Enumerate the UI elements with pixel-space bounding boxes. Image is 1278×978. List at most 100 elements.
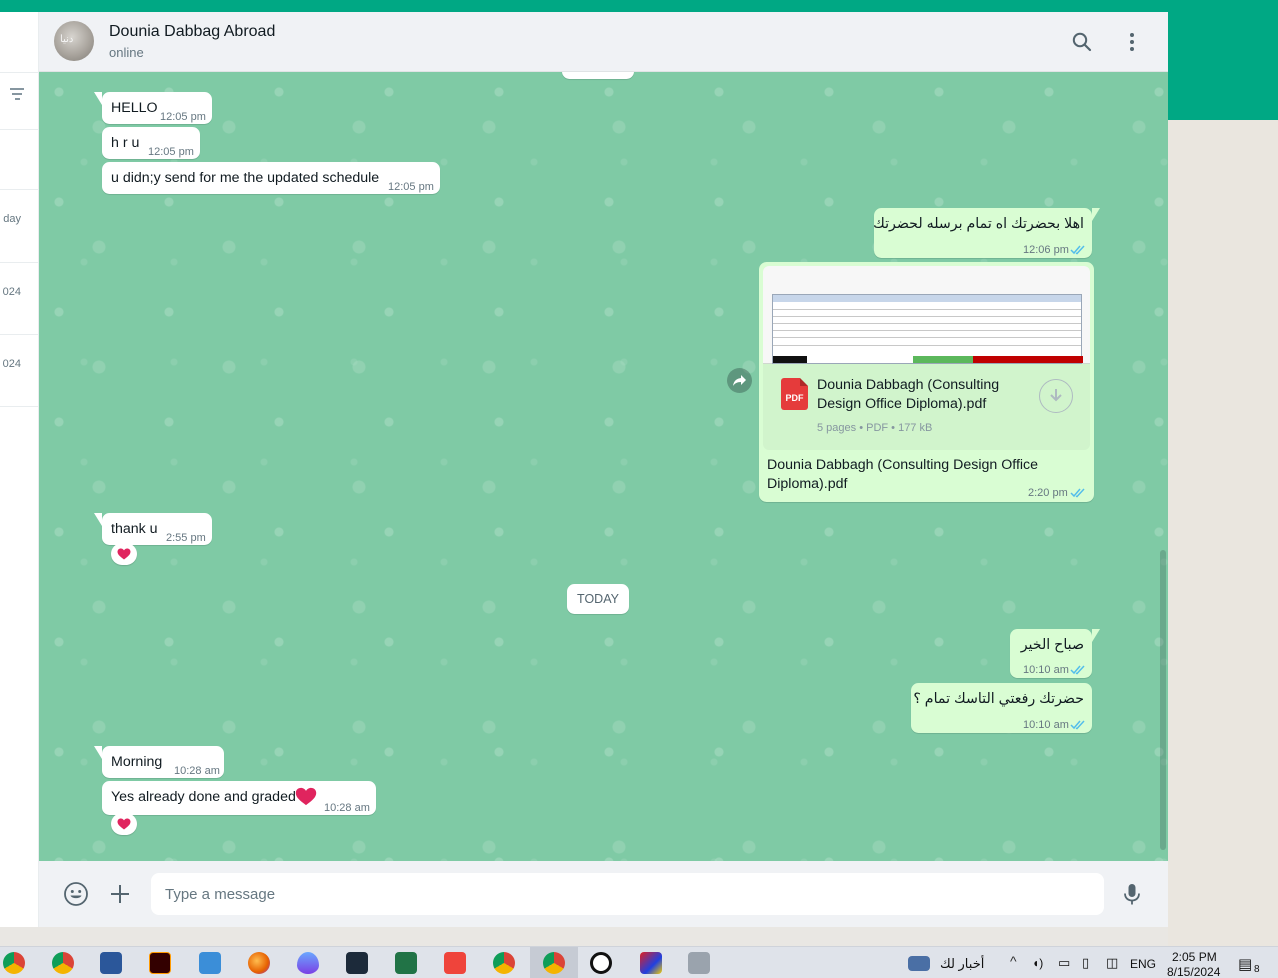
message-input[interactable] <box>151 873 1104 915</box>
message-text: صباح الخير <box>1020 637 1084 653</box>
message-text: Morning <box>111 754 163 770</box>
chrome-app-icon[interactable] <box>543 952 565 974</box>
avatar[interactable]: دنيا <box>54 21 94 61</box>
clock-time[interactable]: 2:05 PM <box>1172 950 1217 964</box>
download-icon[interactable] <box>1039 379 1073 413</box>
message-list[interactable]: HELLO 12:05 pm h r u 12:05 pm u didn;y s… <box>39 72 1168 861</box>
anydesk-app-icon[interactable] <box>444 952 466 974</box>
message-time: 10:28 am <box>174 765 220 777</box>
chrome-app-icon[interactable] <box>3 952 25 974</box>
chat-list-row[interactable]: 024 <box>0 263 38 335</box>
window-top-strip <box>0 0 1278 12</box>
message-time: 12:06 pm <box>1023 244 1069 256</box>
attach-plus-icon[interactable] <box>107 881 133 907</box>
notification-count: 8 <box>1254 964 1260 975</box>
emoji-icon[interactable] <box>63 881 89 907</box>
message-time: 10:28 am <box>324 802 370 814</box>
document-preview-line <box>773 323 1081 324</box>
message-text: u didn;y send for me the updated schedul… <box>111 170 380 186</box>
scanner-app-icon[interactable] <box>688 952 710 974</box>
message-bubble-incoming[interactable]: u didn;y send for me the updated schedul… <box>102 162 440 194</box>
language-indicator[interactable]: ENG <box>1130 957 1156 971</box>
document-preview-cell <box>913 356 973 363</box>
firefox-app-icon[interactable] <box>248 952 270 974</box>
message-time: 12:05 pm <box>388 181 434 193</box>
microphone-icon[interactable] <box>1119 881 1145 907</box>
teamviewer-app-icon[interactable] <box>590 952 612 974</box>
security-icon[interactable]: ◫ <box>1106 955 1118 971</box>
message-time: 2:20 pm <box>1028 487 1068 499</box>
message-bubble-incoming[interactable]: thank u 2:55 pm <box>94 513 212 545</box>
document-preview-line <box>773 316 1081 317</box>
message-time: 12:05 pm <box>148 146 194 158</box>
message-text: thank u <box>111 521 158 537</box>
chrome-app-icon[interactable] <box>493 952 515 974</box>
news-widget-label[interactable]: أخبار لك <box>940 956 984 972</box>
battery-icon[interactable]: ▭ <box>1058 955 1070 971</box>
message-text: اهلا بحضرتك اه تمام برسله لحضرتك <box>873 216 1084 232</box>
notifications-icon[interactable]: ▤ <box>1238 955 1252 973</box>
drop-app-icon[interactable] <box>297 952 319 974</box>
pdf-icon-label: PDF <box>785 393 804 403</box>
chat-list-row[interactable] <box>0 72 38 130</box>
forward-icon[interactable] <box>727 368 752 393</box>
volume-icon[interactable]: ◖) <box>1032 956 1043 970</box>
document-message-bubble[interactable]: PDF Dounia Dabbagh (Consulting Design Of… <box>759 262 1094 502</box>
double-check-icon <box>1070 662 1086 675</box>
network-icon[interactable]: ▯ <box>1082 955 1089 971</box>
conversation-header[interactable]: دنيا Dounia Dabbag Abroad online <box>39 12 1168 72</box>
message-reaction[interactable] <box>111 813 137 835</box>
paint-app-icon[interactable] <box>199 952 221 974</box>
message-bubble-outgoing[interactable]: حضرتك رفعتي التاسك تمام ؟ 10:10 am <box>911 683 1092 733</box>
document-file-name[interactable]: Dounia Dabbagh (Consulting Design Office… <box>817 376 1032 414</box>
chat-list-timestamp: day <box>3 213 21 225</box>
message-bubble-incoming[interactable]: HELLO 12:05 pm <box>94 92 212 124</box>
message-time: 2:55 pm <box>166 532 206 544</box>
document-preview-line <box>773 330 1081 331</box>
chat-list-row[interactable]: day <box>0 190 38 263</box>
document-preview-line <box>773 345 1081 346</box>
chat-list-row[interactable]: 024 <box>0 335 38 407</box>
document-preview-sheet <box>772 294 1083 364</box>
message-bubble-incoming[interactable]: Yes already done and graded 10:28 am <box>102 781 376 815</box>
message-bubble-outgoing[interactable]: اهلا بحضرتك اه تمام برسله لحضرتك 12:06 p… <box>873 208 1100 258</box>
document-preview-line <box>773 309 1081 310</box>
message-scrollbar[interactable] <box>1160 550 1166 850</box>
document-preview-cell <box>973 356 1083 363</box>
word-app-icon[interactable] <box>100 952 122 974</box>
chrome-app-icon[interactable] <box>52 952 74 974</box>
message-time: 10:10 am <box>1023 664 1069 676</box>
double-check-icon <box>1070 717 1086 730</box>
search-icon[interactable] <box>1070 30 1094 54</box>
message-text: Yes already done and graded <box>111 789 296 805</box>
message-bubble-outgoing[interactable]: صباح الخير 10:10 am <box>1010 629 1100 678</box>
message-bubble-incoming[interactable]: h r u 12:05 pm <box>102 127 200 159</box>
game-app-icon[interactable] <box>640 952 662 974</box>
illustrator-app-icon[interactable] <box>149 952 171 974</box>
message-text: HELLO <box>111 100 158 116</box>
avatar-signature: دنيا <box>60 34 74 45</box>
news-widget-icon[interactable] <box>908 956 930 971</box>
more-options-icon[interactable] <box>1120 30 1144 54</box>
heart-icon <box>117 548 131 560</box>
message-text: حضرتك رفعتي التاسك تمام ؟ <box>913 691 1084 707</box>
contact-name[interactable]: Dounia Dabbag Abroad <box>109 23 275 41</box>
clock-date[interactable]: 8/15/2024 <box>1167 965 1220 978</box>
contact-status: online <box>109 45 144 60</box>
background-gray-area <box>1168 120 1278 946</box>
message-text: h r u <box>111 135 140 151</box>
message-time: 12:05 pm <box>160 111 206 123</box>
filmora-app-icon[interactable] <box>346 952 368 974</box>
heart-icon <box>295 787 317 812</box>
tray-chevron-icon[interactable]: ^ <box>1010 953 1017 969</box>
excel-app-icon[interactable] <box>395 952 417 974</box>
message-bubble-incoming[interactable]: Morning 10:28 am <box>94 746 224 778</box>
date-divider-partial <box>562 72 634 79</box>
document-caption: Dounia Dabbagh (Consulting Design Office… <box>767 457 1039 492</box>
document-file-meta: 5 pages • PDF • 177 kB <box>817 422 933 434</box>
document-card[interactable]: PDF Dounia Dabbagh (Consulting Design Of… <box>763 266 1090 450</box>
document-preview-thumbnail[interactable] <box>763 266 1090 364</box>
chat-list-timestamp: 024 <box>2 286 21 298</box>
message-reaction[interactable] <box>111 543 137 565</box>
chat-list-row[interactable] <box>0 130 38 190</box>
